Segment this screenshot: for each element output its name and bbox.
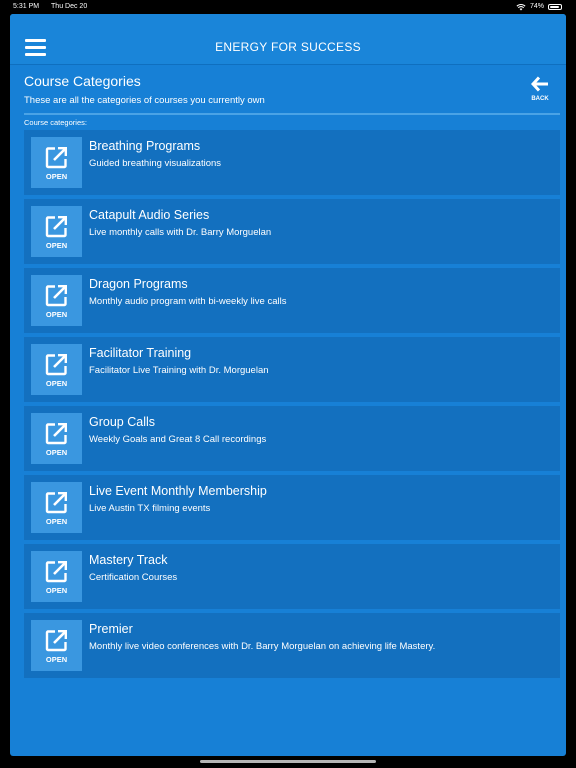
open-button[interactable]: OPEN xyxy=(31,620,82,671)
open-button[interactable]: OPEN xyxy=(31,551,82,602)
external-link-icon xyxy=(45,216,67,238)
course-category-title: Dragon Programs xyxy=(89,277,188,291)
course-category-item[interactable]: OPEN Live Event Monthly Membership Live … xyxy=(24,475,560,540)
course-category-title: Mastery Track xyxy=(89,553,168,567)
course-category-description: Monthly audio program with bi-weekly liv… xyxy=(89,296,287,307)
external-link-icon xyxy=(45,423,67,445)
course-category-item[interactable]: OPEN Dragon Programs Monthly audio progr… xyxy=(24,268,560,333)
course-category-description: Weekly Goals and Great 8 Call recordings xyxy=(89,434,267,445)
course-category-item[interactable]: OPEN Catapult Audio Series Live monthly … xyxy=(24,199,560,264)
course-category-description: Live monthly calls with Dr. Barry Morgue… xyxy=(89,227,272,238)
status-date: Thu Dec 20 xyxy=(51,3,88,10)
course-category-item[interactable]: OPEN Breathing Programs Guided breathing… xyxy=(24,130,560,195)
course-category-title: Breathing Programs xyxy=(89,139,201,153)
course-category-title: Live Event Monthly Membership xyxy=(89,484,267,498)
battery-percent: 74% xyxy=(529,3,544,10)
open-button[interactable]: OPEN xyxy=(31,413,82,464)
course-category-title: Catapult Audio Series xyxy=(89,208,210,222)
wifi-icon xyxy=(516,3,526,10)
battery-icon xyxy=(548,3,562,10)
open-button[interactable]: OPEN xyxy=(31,275,82,326)
course-category-item[interactable]: OPEN Facilitator Training Facilitator Li… xyxy=(24,337,560,402)
external-link-icon xyxy=(45,561,67,583)
external-link-icon xyxy=(45,285,67,307)
page-subtitle: These are all the categories of courses … xyxy=(24,95,265,106)
battery-fill xyxy=(550,5,559,8)
course-category-list: OPEN Breathing Programs Guided breathing… xyxy=(24,130,560,682)
course-category-description: Certification Courses xyxy=(89,572,178,583)
open-button[interactable]: OPEN xyxy=(31,344,82,395)
back-button[interactable]: BACK xyxy=(528,76,552,102)
header-divider xyxy=(24,113,560,115)
external-link-icon xyxy=(45,630,67,652)
open-button[interactable]: OPEN xyxy=(31,482,82,533)
open-label: OPEN xyxy=(45,379,68,388)
page-title: Course Categories xyxy=(24,73,141,89)
course-category-item[interactable]: OPEN Group Calls Weekly Goals and Great … xyxy=(24,406,560,471)
back-label: BACK xyxy=(531,96,549,102)
open-button[interactable]: OPEN xyxy=(31,206,82,257)
course-category-title: Premier xyxy=(89,622,133,636)
status-left: 5:31 PM Thu Dec 20 xyxy=(13,0,87,13)
open-label: OPEN xyxy=(45,655,68,664)
external-link-icon xyxy=(45,354,67,376)
status-time: 5:31 PM xyxy=(13,3,40,10)
external-link-icon xyxy=(45,147,67,169)
status-bar: 5:31 PM Thu Dec 20 74% xyxy=(0,0,576,13)
nav-title: ENERGY FOR SUCCESS xyxy=(215,40,361,54)
course-category-title: Group Calls xyxy=(89,415,155,429)
open-label: OPEN xyxy=(45,241,68,250)
section-label: Course categories: xyxy=(24,118,87,127)
course-category-description: Monthly live video conferences with Dr. … xyxy=(89,641,436,652)
open-label: OPEN xyxy=(45,586,68,595)
course-category-title: Facilitator Training xyxy=(89,346,192,360)
external-link-icon xyxy=(45,492,67,514)
page-header: Course Categories These are all the cate… xyxy=(24,72,552,106)
open-label: OPEN xyxy=(45,310,68,319)
course-category-description: Facilitator Live Training with Dr. Morgu… xyxy=(89,365,269,376)
nav-bar: ENERGY FOR SUCCESS xyxy=(10,14,566,65)
open-label: OPEN xyxy=(45,517,68,526)
app-screen: ENERGY FOR SUCCESS Course Categories The… xyxy=(10,14,566,756)
course-category-item[interactable]: OPEN Premier Monthly live video conferen… xyxy=(24,613,560,678)
course-category-item[interactable]: OPEN Mastery Track Certification Courses xyxy=(24,544,560,609)
home-indicator xyxy=(200,760,376,763)
course-category-description: Guided breathing visualizations xyxy=(89,158,222,169)
status-right: 74% xyxy=(516,0,562,13)
arrow-left-icon xyxy=(530,76,548,92)
open-label: OPEN xyxy=(45,172,68,181)
open-button[interactable]: OPEN xyxy=(31,137,82,188)
open-label: OPEN xyxy=(45,448,68,457)
course-category-description: Live Austin TX filming events xyxy=(89,503,211,514)
